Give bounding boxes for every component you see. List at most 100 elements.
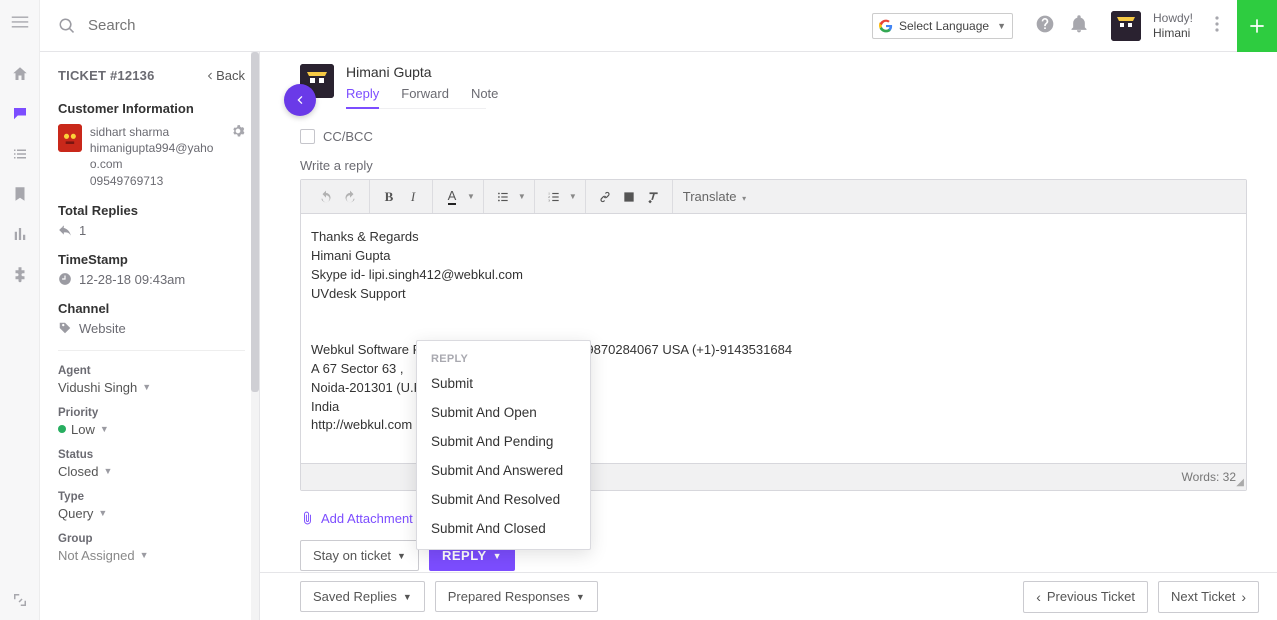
customer-name: sidhart sharma [90,124,223,140]
group-value: Not Assigned [58,548,135,563]
reply-menu-item[interactable]: Submit And Open [417,398,590,427]
customer-lines: sidhart sharma himanigupta994@yahoo.com … [90,124,223,189]
back-link[interactable]: Back [205,68,245,83]
type-dropdown[interactable]: Query▼ [58,506,245,521]
language-selector[interactable]: Select Language ▼ [872,13,1013,39]
chevron-down-icon: ▼ [493,551,502,561]
prepared-responses-dropdown[interactable]: Prepared Responses▼ [435,581,598,612]
compose-button[interactable] [1237,0,1277,52]
reply-btn-label: REPLY [442,548,487,563]
paperclip-icon [300,511,315,526]
reply-menu-item[interactable]: Submit And Pending [417,427,590,456]
priority-value: Low [71,422,95,437]
nav-extensions-icon[interactable] [0,254,40,294]
timestamp-label: TimeStamp [58,252,245,267]
clear-format-button[interactable] [642,186,664,208]
nav-home-icon[interactable] [0,54,40,94]
collapse-sidepanel-button[interactable] [284,84,316,116]
tab-reply[interactable]: Reply [346,86,379,109]
nav-chat-icon[interactable] [0,94,40,134]
sidepanel-scrollbar[interactable] [251,52,259,620]
previous-ticket-button[interactable]: ‹Previous Ticket [1023,581,1148,613]
stay-on-ticket-dropdown[interactable]: Stay on ticket▼ [300,540,419,571]
ticket-number: TICKET #12136 [58,68,155,83]
thread-header: Himani Gupta Reply Forward Note [300,64,1247,109]
chevron-down-icon: ▼ [997,21,1006,31]
priority-dot [58,425,66,433]
priority-label: Priority [58,407,245,419]
bottom-right: ‹Previous Ticket Next Ticket› [1023,581,1259,613]
tab-note[interactable]: Note [471,86,498,109]
type-value: Query [58,506,93,521]
thread-author: Himani Gupta [346,64,498,80]
hamburger-icon[interactable] [0,2,40,42]
ccbcc-checkbox[interactable] [300,129,315,144]
undo-button[interactable] [315,186,337,208]
chevron-down-icon[interactable]: ▼ [569,192,577,201]
next-ticket-button[interactable]: Next Ticket› [1158,581,1259,613]
search-input[interactable] [86,16,386,35]
editor-line [311,303,1236,322]
redo-button[interactable] [339,186,361,208]
greeting-text: Howdy! [1153,11,1193,25]
agent-dropdown[interactable]: Vidushi Singh▼ [58,380,245,395]
customer-avatar[interactable] [58,124,82,152]
tab-forward[interactable]: Forward [401,86,449,109]
plus-icon [1247,16,1267,36]
bold-button[interactable]: B [378,186,400,208]
reply-menu-heading: REPLY [417,347,590,369]
customer-block: sidhart sharma himanigupta994@yahoo.com … [58,124,245,189]
chevron-down-icon[interactable]: ▼ [518,192,526,201]
nav-expand-icon[interactable] [0,580,40,620]
thread-info: Himani Gupta Reply Forward Note [346,64,498,109]
ccbcc-label: CC/BCC [323,129,373,144]
translate-dropdown[interactable]: Translate ▾ [673,189,756,204]
nav-bookmark-icon[interactable] [0,174,40,214]
status-dropdown[interactable]: Closed ▼ [58,464,245,479]
chevron-down-icon: ▼ [142,382,151,392]
group-dropdown[interactable]: Not Assigned ▼ [58,548,245,563]
reply-menu-item[interactable]: Submit And Resolved [417,485,590,514]
reply-menu-item[interactable]: Submit And Closed [417,514,590,543]
textcolor-button[interactable]: A [441,186,463,208]
scrollbar-thumb[interactable] [251,52,259,392]
chevron-down-icon: ▼ [103,466,112,476]
italic-button[interactable]: I [402,186,424,208]
channel-label: Channel [58,301,245,316]
chevron-down-icon: ▼ [576,592,585,602]
search-icon [58,17,76,35]
status-value: Closed [58,464,98,479]
chevron-left-icon [294,94,306,106]
editor-toolbar: B I A ▼ ▼ 123 ▼ [301,180,1246,214]
search[interactable] [58,16,860,35]
image-button[interactable] [618,186,640,208]
divider [58,350,245,351]
thread-content: Himani Gupta Reply Forward Note CC/BCC W… [260,52,1277,620]
nav-rail [0,0,40,620]
user-menu[interactable] [1209,16,1225,35]
add-attachment[interactable]: Add Attachment [300,511,413,526]
olist-button[interactable]: 123 [543,186,565,208]
link-button[interactable] [594,186,616,208]
resize-handle[interactable]: ◢ [1236,478,1244,488]
ulist-button[interactable] [492,186,514,208]
ticket-sidepanel: TICKET #12136 Back Customer Information … [40,52,260,620]
help-icon[interactable] [1035,14,1055,37]
notifications-icon[interactable] [1069,14,1089,37]
saved-replies-dropdown[interactable]: Saved Replies▼ [300,581,425,612]
bottom-bar: Saved Replies▼Prepared Responses▼‹Previo… [260,572,1277,620]
nav-list-icon[interactable] [0,134,40,174]
priority-dropdown[interactable]: Low▼ [58,422,245,437]
customer-settings-icon[interactable] [231,124,245,141]
chevron-down-icon: ▼ [140,550,149,560]
next-ticket-button-label: Next Ticket [1171,589,1235,604]
user-avatar[interactable] [1111,11,1141,41]
chevron-down-icon[interactable]: ▼ [467,192,475,201]
nav-reports-icon[interactable] [0,214,40,254]
page-body: TICKET #12136 Back Customer Information … [40,52,1277,620]
saved-replies-dropdown-label: Saved Replies [313,589,397,604]
status-label: Status [58,449,245,461]
chevron-left-icon [205,71,215,81]
reply-menu-item[interactable]: Submit [417,369,590,398]
reply-menu-item[interactable]: Submit And Answered [417,456,590,485]
